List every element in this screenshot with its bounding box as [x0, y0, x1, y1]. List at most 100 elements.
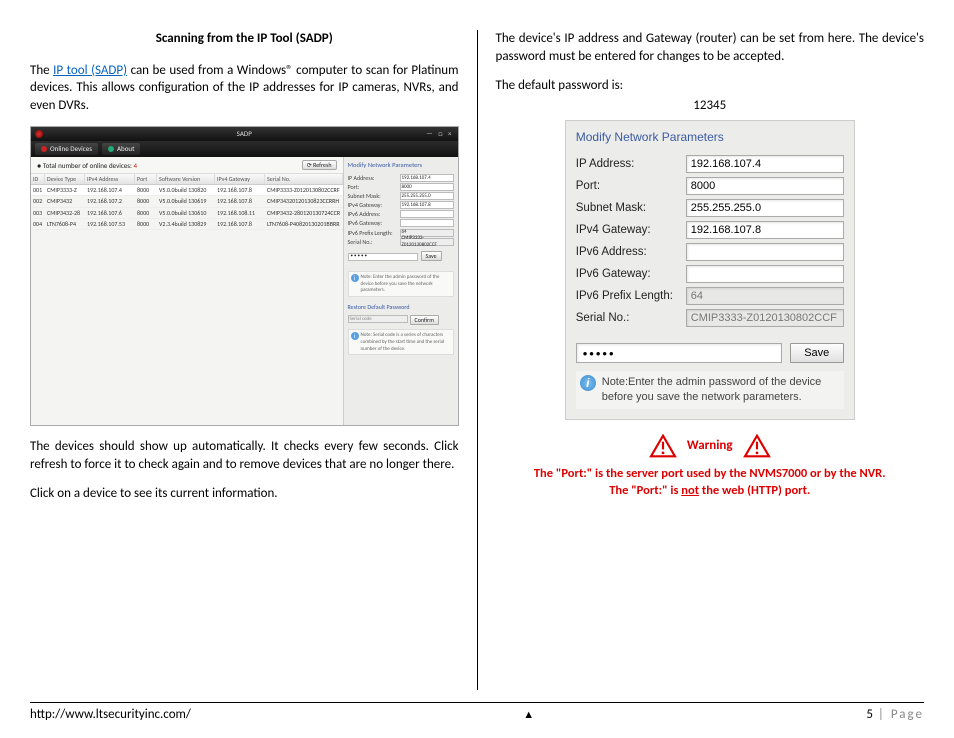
page-number: 5 — [866, 707, 873, 722]
intro-paragraph: The IP tool (SADP) can be used from a Wi… — [30, 62, 459, 115]
side-gateway-label: IPv4 Gateway: — [348, 201, 383, 209]
refresh-button[interactable]: ⟳ Refresh — [302, 160, 337, 170]
table-row[interactable]: 004LTN7608-P4192.168.107.538000V2.3.4bui… — [31, 219, 343, 230]
mnp-port-label: Port: — [576, 179, 686, 195]
side-note-text: Note: Enter the admin password of the de… — [361, 274, 451, 294]
sadp-side-panel: Modify Network Parameters IP Address: 192… — [343, 157, 458, 425]
table-row[interactable]: 002CMIP3432192.168.107.28000V5.0.0build … — [31, 196, 343, 207]
intro-text-a: The — [30, 63, 53, 78]
mnp-note-text: Note:Enter the admin password of the dev… — [602, 375, 840, 405]
sadp-tabbar: Online Devices About — [31, 141, 458, 157]
side-ipv6gw-input[interactable] — [400, 219, 454, 227]
side-title: Modify Network Parameters — [348, 161, 454, 170]
warning-text: The "Port:" is the server port used by t… — [496, 466, 925, 500]
col-sn[interactable]: Serial No. — [265, 174, 343, 184]
warning-label: Warning — [687, 437, 733, 455]
table-row[interactable]: 003CMIP3432-28192.168.107.68000V5.0.0bui… — [31, 208, 343, 219]
mnp-ip-input[interactable]: 192.168.107.4 — [686, 155, 844, 173]
tab-about[interactable]: About — [102, 143, 140, 155]
mnp-subnet-label: Subnet Mask: — [576, 201, 686, 217]
info-icon: i — [351, 274, 359, 282]
side-serial-input: CMIP3333-Z0120130802CCF — [400, 238, 454, 246]
mnp-prefix-label: IPv6 Prefix Length: — [576, 289, 686, 305]
refresh-label: Refresh — [313, 161, 331, 169]
section-heading: Scanning from the IP Tool (SADP) — [30, 30, 459, 48]
mnp-gateway-input[interactable]: 192.168.107.8 — [686, 221, 844, 239]
device-count-text: ● Total number of online devices: 4 — [37, 161, 137, 170]
ip-tool-link[interactable]: IP tool (SADP) — [53, 63, 127, 78]
table-row[interactable]: 001CMIP3333-Z192.168.107.48000V5.0.0buil… — [31, 185, 343, 196]
warning-icon — [743, 434, 771, 458]
mnp-ip-label: IP Address: — [576, 157, 686, 173]
col-id[interactable]: ID — [31, 174, 45, 184]
side-ipv6addr-label: IPv6 Address: — [348, 210, 381, 218]
side-save-button[interactable]: Save — [421, 251, 442, 261]
side-prefix-label: IPv6 Prefix Length: — [348, 229, 393, 237]
mnp-title: Modify Network Parameters — [576, 129, 844, 145]
sadp-window: SADP — □ × Online Devices About ● Total … — [30, 126, 459, 426]
mnp-ipv6gw-input[interactable] — [686, 265, 844, 283]
confirm-button[interactable]: Confirm — [410, 315, 440, 325]
page-footer: http://www.ltsecurityinc.com/ ▲ 5 | Page — [30, 702, 924, 722]
mnp-ipv6addr-label: IPv6 Address: — [576, 245, 686, 261]
col-sw[interactable]: Software Version — [157, 174, 215, 184]
info-icon: i — [580, 375, 596, 391]
col-ip[interactable]: IPv4 Address — [85, 174, 135, 184]
mnp-ipv6addr-input[interactable] — [686, 243, 844, 261]
page-indicator: 5 | Page — [866, 707, 924, 722]
window-controls[interactable]: — □ × — [426, 129, 453, 138]
side-gateway-input[interactable]: 192.168.107.8 — [400, 201, 454, 209]
side-password-input[interactable]: ••••• — [348, 253, 418, 261]
warning-not: not — [681, 483, 699, 498]
device-table-header: ID Device Type IPv4 Address Port Softwar… — [31, 174, 343, 185]
serial-code-input[interactable]: Serial code — [348, 315, 408, 323]
warning-line2a: The "Port:" is — [609, 483, 681, 498]
warning-icon — [649, 434, 677, 458]
side-note: iNote: Enter the admin password of the d… — [348, 271, 454, 297]
col-type[interactable]: Device Type — [45, 174, 85, 184]
warning-line2b: the web (HTTP) port. — [699, 483, 810, 498]
mnp-save-button[interactable]: Save — [790, 343, 844, 363]
mnp-gateway-label: IPv4 Gateway: — [576, 223, 686, 239]
auto-show-paragraph: The devices should show up automatically… — [30, 438, 459, 473]
info-icon: i — [351, 332, 359, 340]
mnp-serial-label: Serial No.: — [576, 311, 686, 327]
sadp-titlebar: SADP — □ × — [31, 127, 458, 141]
restore-password-link[interactable]: Restore Default Password — [348, 303, 454, 311]
right-intro-paragraph: The device's IP address and Gateway (rou… — [496, 30, 925, 65]
side-ipv6addr-input[interactable] — [400, 210, 454, 218]
warning-line1: The "Port:" is the server port used by t… — [534, 466, 886, 481]
side-note2: iNote: Serial code is a series of charac… — [348, 329, 454, 355]
tab-online-devices[interactable]: Online Devices — [35, 143, 98, 155]
side-ipv6gw-label: IPv6 Gateway: — [348, 219, 383, 227]
mnp-port-input[interactable]: 8000 — [686, 177, 844, 195]
mnp-ipv6gw-label: IPv6 Gateway: — [576, 267, 686, 283]
sadp-logo-icon — [35, 130, 43, 138]
mnp-prefix-input[interactable]: 64 — [686, 287, 844, 305]
col-port[interactable]: Port — [135, 174, 157, 184]
default-password-value: 12345 — [496, 97, 925, 115]
mnp-note: i Note:Enter the admin password of the d… — [576, 371, 844, 409]
default-password-label: The default password is: — [496, 77, 925, 95]
side-serial-label: Serial No.: — [348, 238, 373, 246]
warning-row: Warning — [496, 434, 925, 458]
side-note2-text: Note: Serial code is a series of charact… — [361, 332, 451, 352]
mnp-serial-input: CMIP3333-Z0120130802CCF — [686, 309, 844, 327]
sadp-title: SADP — [237, 129, 252, 138]
side-ip-input[interactable]: 192.168.107.4 — [400, 174, 454, 182]
click-device-paragraph: Click on a device to see its current inf… — [30, 485, 459, 503]
mnp-password-input[interactable]: ••••• — [576, 343, 782, 363]
modify-network-panel: Modify Network Parameters IP Address:192… — [565, 120, 855, 420]
tab-about-label: About — [117, 144, 134, 153]
mnp-subnet-input[interactable]: 255.255.255.0 — [686, 199, 844, 217]
side-port-input[interactable]: 8000 — [400, 183, 454, 191]
online-icon — [41, 146, 47, 152]
footer-url[interactable]: http://www.ltsecurityinc.com/ — [30, 707, 191, 722]
col-gw[interactable]: IPv4 Gateway — [215, 174, 265, 184]
side-ip-label: IP Address: — [348, 174, 375, 182]
side-subnet-input[interactable]: 255.255.255.0 — [400, 192, 454, 200]
side-subnet-label: Subnet Mask: — [348, 192, 381, 200]
tab-online-label: Online Devices — [50, 144, 92, 153]
up-triangle-icon[interactable]: ▲ — [523, 708, 534, 721]
about-icon — [108, 146, 114, 152]
